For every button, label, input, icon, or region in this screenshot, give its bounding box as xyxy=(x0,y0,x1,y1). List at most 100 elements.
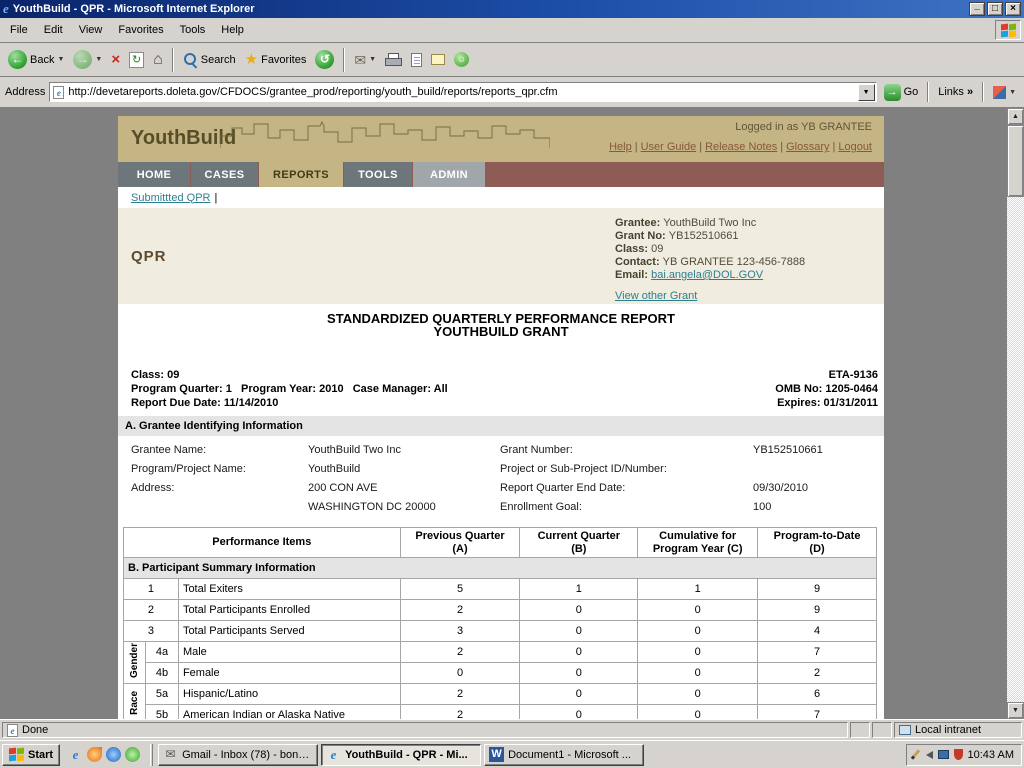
menu-tools[interactable]: Tools xyxy=(172,20,214,40)
taskbar-task[interactable]: Document1 - Microsoft ... xyxy=(484,744,644,766)
refresh-icon xyxy=(129,52,144,68)
system-tray: 10:43 AM xyxy=(906,744,1022,766)
go-icon xyxy=(884,84,901,101)
header-link-logout[interactable]: Logout xyxy=(838,141,872,153)
email-link[interactable]: bai.angela@DOL.GOV xyxy=(651,269,763,281)
browser-viewport: YouthBuild Logged in as YB GRANTEE Help|… xyxy=(0,108,1024,719)
extra-toolbar-button[interactable] xyxy=(990,78,1019,106)
pencil-tray-icon[interactable] xyxy=(910,749,919,759)
vertical-scrollbar[interactable] xyxy=(1007,108,1024,719)
tab-home[interactable]: HOME xyxy=(118,162,190,187)
search-button[interactable]: Search xyxy=(180,46,239,74)
view-other-grant-link[interactable]: View other Grant xyxy=(615,290,697,302)
meta-line: Report Due Date: 11/14/2010 xyxy=(131,396,448,410)
messenger-quicklaunch-icon[interactable] xyxy=(125,747,140,762)
links-button[interactable]: Links » xyxy=(935,78,976,106)
titlebar: e YouthBuild - QPR - Microsoft Internet … xyxy=(0,0,1024,18)
meta-line: Program Quarter: 1 Program Year: 2010 Ca… xyxy=(131,382,448,396)
scroll-thumb[interactable] xyxy=(1007,125,1024,197)
header-link-release-notes[interactable]: Release Notes xyxy=(705,141,777,153)
row-value: 7 xyxy=(758,705,877,720)
mail-button[interactable] xyxy=(351,46,379,74)
links-chevron-icon[interactable]: » xyxy=(967,86,973,98)
close-button[interactable] xyxy=(1005,2,1021,16)
stop-icon xyxy=(111,52,120,67)
info-value: 100 xyxy=(753,498,884,517)
header-link-glossary[interactable]: Glossary xyxy=(786,141,829,153)
ie-quicklaunch-icon[interactable] xyxy=(68,747,83,762)
scroll-up-button[interactable] xyxy=(1007,108,1024,125)
menu-help[interactable]: Help xyxy=(213,20,252,40)
row-number: 5a xyxy=(145,684,178,705)
network-tray-icon[interactable] xyxy=(938,750,949,759)
menu-favorites[interactable]: Favorites xyxy=(110,20,171,40)
start-button[interactable]: Start xyxy=(2,744,60,766)
stop-button[interactable] xyxy=(108,46,123,74)
refresh-button[interactable] xyxy=(126,46,147,74)
home-button[interactable] xyxy=(150,46,166,74)
tab-admin[interactable]: ADMIN xyxy=(413,162,485,187)
header-link-help[interactable]: Help xyxy=(609,141,632,153)
maximize-button[interactable] xyxy=(987,2,1003,16)
window-controls xyxy=(969,2,1021,16)
history-icon xyxy=(315,50,334,69)
qpr-panel: QPR Grantee: YouthBuild Two IncGrant No:… xyxy=(118,208,884,304)
taskbar-task[interactable]: Gmail - Inbox (78) - bonn... xyxy=(158,744,318,766)
meta-line: Class: 09 xyxy=(131,368,448,382)
toolbar-separator xyxy=(927,82,929,102)
row-value: 2 xyxy=(758,663,877,684)
favorites-label: Favorites xyxy=(261,54,306,66)
row-value: 0 xyxy=(520,621,638,642)
browser-quicklaunch-icon[interactable] xyxy=(87,747,102,762)
breadcrumb-link-submitted-qpr[interactable]: Submittted QPR xyxy=(131,192,210,204)
media-player-quicklaunch-icon[interactable] xyxy=(106,747,121,762)
row-value: 0 xyxy=(638,663,758,684)
forward-button[interactable] xyxy=(70,46,105,74)
back-icon xyxy=(8,50,27,69)
row-value: 0 xyxy=(638,684,758,705)
scroll-down-button[interactable] xyxy=(1007,702,1024,719)
speaker-tray-icon[interactable] xyxy=(922,751,933,759)
minimize-button[interactable] xyxy=(969,2,985,16)
field-label: Class: xyxy=(615,243,651,255)
antivirus-tray-icon[interactable] xyxy=(954,749,963,760)
web-page: YouthBuild Logged in as YB GRANTEE Help|… xyxy=(118,116,884,719)
taskbar-clock: 10:43 AM xyxy=(968,749,1014,761)
taskbar-task[interactable]: YouthBuild - QPR - Mi... xyxy=(321,744,481,766)
chevron-down-icon[interactable] xyxy=(57,56,64,63)
report-meta-left: Class: 09Program Quarter: 1 Program Year… xyxy=(131,368,448,410)
skyline-graphic xyxy=(220,118,550,150)
favorites-button[interactable]: Favorites xyxy=(242,46,310,74)
menu-view[interactable]: View xyxy=(71,20,111,40)
toolbar: Back Search Favorites xyxy=(0,43,1024,77)
table-row: 4bFemale0002 xyxy=(124,663,877,684)
address-input[interactable]: http://devetareports.doleta.gov/CFDOCS/g… xyxy=(49,82,876,102)
menubar-items: FileEditViewFavoritesToolsHelp xyxy=(2,20,252,40)
header-link-user-guide[interactable]: User Guide xyxy=(641,141,697,153)
address-dropdown-button[interactable] xyxy=(858,84,875,101)
address-url[interactable]: http://devetareports.doleta.gov/CFDOCS/g… xyxy=(68,86,853,98)
print-button[interactable] xyxy=(382,46,405,74)
messenger-button[interactable] xyxy=(451,46,472,74)
go-button[interactable]: Go xyxy=(881,78,922,106)
menu-file[interactable]: File xyxy=(2,20,36,40)
edit-button[interactable] xyxy=(408,46,425,74)
row-value: 1 xyxy=(638,579,758,600)
tab-tools[interactable]: TOOLS xyxy=(344,162,412,187)
tab-reports[interactable]: REPORTS xyxy=(259,162,343,187)
back-button[interactable]: Back xyxy=(5,46,67,74)
info-value: YouthBuild xyxy=(308,460,500,479)
discuss-button[interactable] xyxy=(428,46,448,74)
tab-cases[interactable]: CASES xyxy=(191,162,258,187)
report-area: STANDARDIZED QUARTERLY PERFORMANCE REPOR… xyxy=(118,304,884,719)
chevron-down-icon[interactable] xyxy=(1009,89,1016,96)
row-number: 5b xyxy=(145,705,178,720)
field-value: 09 xyxy=(651,243,663,255)
chevron-down-icon[interactable] xyxy=(369,56,376,63)
status-subpanel xyxy=(850,722,870,738)
menu-edit[interactable]: Edit xyxy=(36,20,71,40)
section-b-header: B. Participant Summary Information xyxy=(124,558,877,579)
history-button[interactable] xyxy=(312,46,337,74)
chevron-down-icon[interactable] xyxy=(95,56,102,63)
qpr-field-contact-: Contact: YB GRANTEE 123-456-7888 xyxy=(615,256,805,269)
